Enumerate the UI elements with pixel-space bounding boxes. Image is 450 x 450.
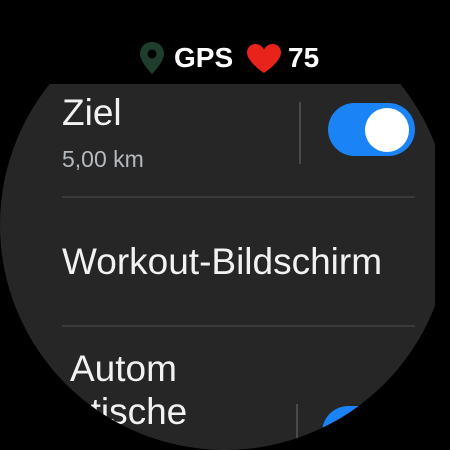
- list-divider: [62, 196, 415, 198]
- goal-title: Ziel: [62, 92, 122, 133]
- toggle-knob: [359, 411, 403, 450]
- row-vertical-divider: [299, 102, 301, 164]
- watch-screen: GPS 75 Ziel 5,00 km Workout-Bildschirm A…: [0, 0, 450, 450]
- settings-list: Ziel 5,00 km Workout-Bildschirm Autom at…: [0, 84, 435, 450]
- list-divider: [62, 325, 415, 327]
- row-vertical-divider: [296, 404, 298, 450]
- gps-status-label: GPS: [174, 42, 234, 73]
- heart-rate-value: 75: [288, 42, 320, 73]
- auto-setting-title-line2: atische: [70, 391, 188, 432]
- workout-screen-title: Workout-Bildschirm: [62, 241, 383, 282]
- toggle-knob: [365, 108, 409, 152]
- heart-icon: [247, 44, 281, 73]
- status-bar: GPS 75: [0, 0, 450, 84]
- auto-setting-toggle-switch[interactable]: [322, 406, 409, 450]
- location-pin-icon: [140, 42, 164, 74]
- auto-setting-title-line1: Autom: [70, 348, 177, 389]
- goal-toggle-switch[interactable]: [328, 103, 415, 156]
- goal-value: 5,00 km: [62, 146, 144, 172]
